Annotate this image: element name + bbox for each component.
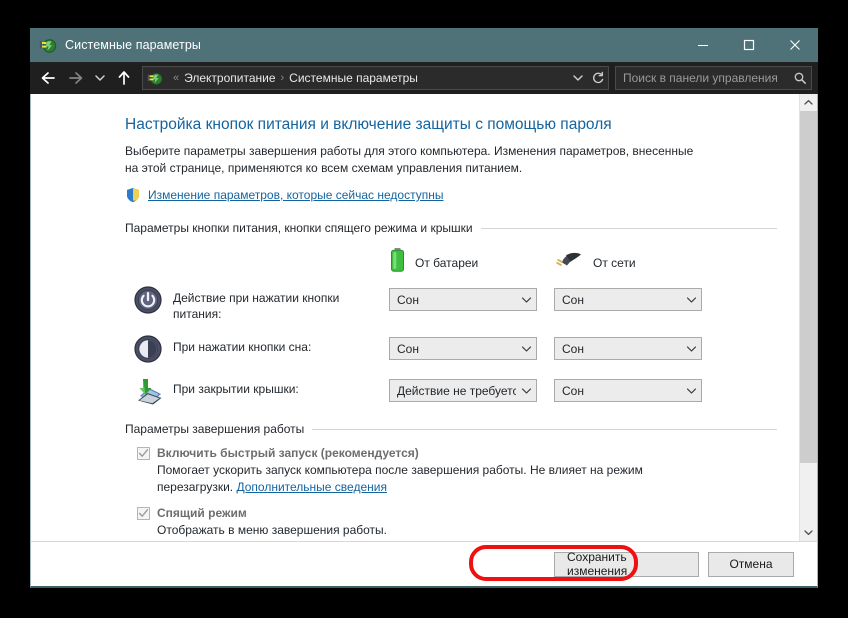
- column-header-battery: От батареи: [389, 247, 554, 278]
- setting-row-lid-close: При закрытии крышки: Действие не требует…: [125, 375, 777, 406]
- chevron-down-icon[interactable]: [681, 345, 701, 353]
- combo-lid-close-plugged[interactable]: Сон: [554, 379, 702, 402]
- system-settings-window: Системные параметры: [30, 28, 818, 588]
- group-divider: [312, 429, 777, 430]
- battery-icon: [389, 247, 406, 278]
- uac-link-label[interactable]: Изменение параметров, которые сейчас нед…: [148, 188, 444, 202]
- combo-sleep-button-battery-value: Сон: [390, 342, 516, 356]
- checkbox-label-fast-startup: Включить быстрый запуск (рекомендуется): [157, 445, 419, 461]
- address-bar-actions: [568, 68, 608, 88]
- scrollbar-track[interactable]: [800, 111, 817, 524]
- breadcrumb-overflow[interactable]: «: [168, 72, 184, 84]
- chevron-down-icon[interactable]: [681, 387, 701, 395]
- column-header-plugged-in: От сети: [554, 249, 719, 276]
- window-title: Системные параметры: [65, 38, 680, 52]
- checkbox-description-fast-startup: Помогает ускорить запуск компьютера посл…: [125, 462, 687, 496]
- combo-sleep-button-plugged-value: Сон: [555, 342, 681, 356]
- combo-sleep-button-plugged[interactable]: Сон: [554, 337, 702, 360]
- shutdown-group-label: Параметры завершения работы: [125, 422, 312, 436]
- settings-inner: Настройка кнопок питания и включение защ…: [31, 116, 799, 541]
- close-icon[interactable]: [772, 28, 818, 62]
- checkbox-label-sleep-mode: Спящий режим: [157, 505, 247, 521]
- page-description: Выберите параметры завершения работы для…: [125, 143, 705, 177]
- combo-sleep-button-battery[interactable]: Сон: [389, 337, 537, 360]
- shield-icon: [125, 187, 141, 203]
- checkbox-fast-startup[interactable]: [137, 447, 150, 460]
- content-area: Настройка кнопок питания и включение защ…: [30, 94, 818, 541]
- power-button-icon: [133, 285, 163, 315]
- combo-power-button-battery[interactable]: Сон: [389, 288, 537, 311]
- breadcrumb-separator: ›: [276, 72, 290, 84]
- up-arrow-icon[interactable]: [110, 63, 138, 93]
- power-options-icon: [39, 36, 57, 54]
- chevron-down-icon[interactable]: [681, 296, 701, 304]
- combo-power-button-plugged[interactable]: Сон: [554, 288, 702, 311]
- laptop-lid-icon: [133, 376, 163, 406]
- search-input[interactable]: Поиск в панели управления: [615, 66, 812, 90]
- breadcrumb-item-power[interactable]: Электропитание: [184, 71, 275, 85]
- setting-label-sleep-button: При нажатии кнопки сна:: [173, 333, 389, 355]
- setting-label-lid-close: При закрытии крышки:: [173, 375, 389, 397]
- refresh-icon[interactable]: [588, 68, 608, 88]
- history-chevron-down-icon[interactable]: [568, 68, 588, 88]
- forward-arrow-icon: [62, 63, 90, 93]
- more-info-link[interactable]: Дополнительные сведения: [236, 480, 386, 494]
- column-headers: От батареи От сети: [125, 247, 777, 278]
- chevron-down-icon[interactable]: [516, 296, 536, 304]
- power-buttons-group-label: Параметры кнопки питания, кнопки спящего…: [125, 221, 481, 235]
- maximize-icon[interactable]: [726, 28, 772, 62]
- window-controls: [680, 28, 818, 62]
- vertical-scrollbar[interactable]: [799, 94, 817, 541]
- combo-lid-close-plugged-value: Сон: [555, 384, 681, 398]
- combo-power-button-plugged-value: Сон: [555, 293, 681, 307]
- chevron-down-icon[interactable]: [516, 345, 536, 353]
- setting-row-power-button: Действие при нажатии кнопки питания: Сон…: [125, 284, 777, 322]
- back-arrow-icon[interactable]: [34, 63, 62, 93]
- setting-label-power-button: Действие при нажатии кнопки питания:: [173, 284, 389, 322]
- checkbox-description-sleep-mode: Отображать в меню завершения работы.: [125, 522, 687, 539]
- page-title: Настройка кнопок питания и включение защ…: [125, 116, 777, 134]
- scrollbar-thumb[interactable]: [800, 111, 817, 463]
- sleep-mode-description-text: Отображать в меню завершения работы.: [157, 523, 387, 537]
- settings-scroll-region: Настройка кнопок питания и включение защ…: [31, 94, 799, 541]
- change-unavailable-settings-link[interactable]: Изменение параметров, которые сейчас нед…: [125, 187, 777, 203]
- group-divider: [481, 228, 777, 229]
- combo-lid-close-battery-value: Действие не требуется: [390, 384, 516, 398]
- fast-startup-description-text: Помогает ускорить запуск компьютера посл…: [157, 463, 643, 494]
- sleep-button-icon: [133, 334, 163, 364]
- dialog-button-bar: Сохранить изменения Отмена: [30, 541, 818, 588]
- setting-row-sleep-button: При нажатии кнопки сна: Сон Сон: [125, 333, 777, 364]
- combo-lid-close-battery[interactable]: Действие не требуется: [389, 379, 537, 402]
- screenshot-root: Системные параметры: [0, 0, 848, 618]
- cancel-button[interactable]: Отмена: [708, 552, 794, 577]
- search-icon[interactable]: [789, 71, 811, 85]
- minimize-icon[interactable]: [680, 28, 726, 62]
- checkbox-row-sleep-mode[interactable]: Спящий режим: [125, 505, 777, 521]
- breadcrumb-item-system-settings[interactable]: Системные параметры: [289, 71, 418, 85]
- title-bar: Системные параметры: [30, 28, 818, 62]
- scroll-down-chevron-down-icon[interactable]: [800, 524, 817, 541]
- scroll-up-chevron-up-icon[interactable]: [800, 94, 817, 111]
- checkbox-sleep-mode[interactable]: [137, 507, 150, 520]
- power-plug-icon: [554, 249, 584, 276]
- address-bar[interactable]: « Электропитание › Системные параметры: [142, 66, 609, 90]
- checkbox-row-fast-startup[interactable]: Включить быстрый запуск (рекомендуется): [125, 445, 777, 461]
- chevron-down-icon[interactable]: [516, 387, 536, 395]
- shutdown-group-heading: Параметры завершения работы: [125, 422, 777, 436]
- shutdown-settings-group: Параметры завершения работы Включить быс…: [125, 422, 777, 541]
- column-header-battery-label: От батареи: [415, 256, 478, 270]
- search-placeholder: Поиск в панели управления: [616, 71, 789, 85]
- chevron-down-icon[interactable]: [90, 63, 110, 93]
- combo-power-button-battery-value: Сон: [390, 293, 516, 307]
- navigation-bar: « Электропитание › Системные параметры: [30, 62, 818, 94]
- save-button[interactable]: Сохранить изменения: [554, 552, 699, 577]
- power-buttons-group-heading: Параметры кнопки питания, кнопки спящего…: [125, 221, 777, 235]
- column-header-plugged-label: От сети: [593, 256, 636, 270]
- breadcrumb-power-options-icon: [147, 70, 163, 86]
